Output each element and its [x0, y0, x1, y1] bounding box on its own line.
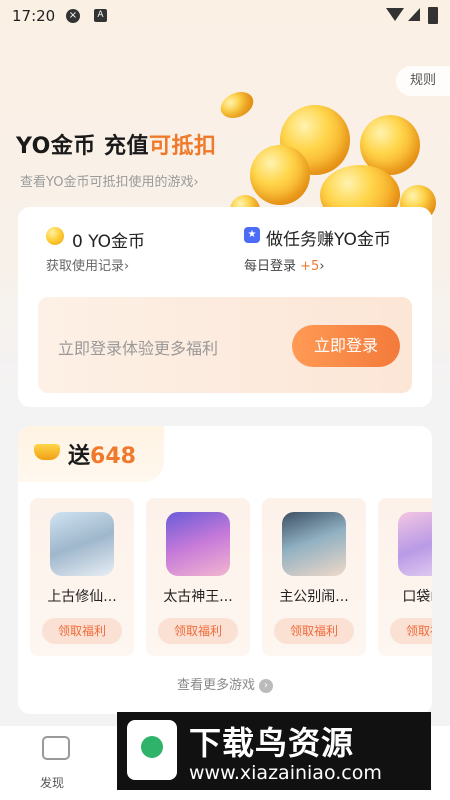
login-panel: 立即登录体验更多福利 立即登录 — [38, 297, 412, 393]
game-card[interactable]: 主公别闹... 领取福利 — [262, 498, 366, 656]
claim-button[interactable]: 领取福利 — [158, 618, 238, 644]
game-icon — [166, 512, 230, 576]
claim-button[interactable]: 领取福利 — [274, 618, 354, 644]
game-icon — [50, 512, 114, 576]
game-card[interactable]: 上古修仙... 领取福利 — [30, 498, 134, 656]
coin-icon — [250, 145, 310, 205]
chevron-right-icon: › — [193, 175, 199, 190]
promo-title-highlight: 可抵扣 — [149, 134, 217, 159]
chevron-right-icon: › — [124, 259, 130, 274]
game-name: 主公别闹... — [279, 589, 349, 605]
eligible-games-label: 查看YO金币可抵扣使用的游戏 — [20, 175, 194, 190]
bird-logo-icon — [127, 720, 177, 780]
watermark-title: 下载鸟资源 — [189, 724, 355, 762]
promo-title: YO金币 充值可抵扣 — [16, 128, 217, 160]
star-badge-icon: ★ — [244, 227, 260, 243]
claim-button[interactable]: 领取福利 — [42, 618, 122, 644]
eligible-games-link[interactable]: 查看YO金币可抵扣使用的游戏› — [20, 171, 199, 190]
game-icon — [282, 512, 346, 576]
promo-title-main: YO金币 充值 — [16, 134, 150, 159]
gold-ingot-icon — [34, 444, 60, 460]
watermark-url: www.xiazainiao.com — [189, 762, 382, 784]
x-circle-icon: × — [66, 9, 80, 23]
game-name: 太古神王... — [163, 589, 233, 605]
coin-icon — [46, 227, 64, 245]
daily-login-bonus: +5 — [300, 259, 320, 274]
status-time: 17:20 — [12, 7, 56, 25]
gift-label-text: 送 — [68, 444, 91, 469]
game-card[interactable]: 太古神王... 领取福利 — [146, 498, 250, 656]
a-square-icon: A — [94, 9, 107, 22]
battery-icon — [428, 7, 438, 24]
gift-card: 送648 上古修仙... 领取福利 太古神王... 领取福利 主公别闹... 领… — [18, 426, 432, 714]
coin-balance: 0 YO金币 — [72, 232, 146, 252]
coin-icon — [216, 86, 258, 124]
earn-coins-task[interactable]: 做任务赚YO金币 — [266, 225, 391, 250]
wallet-card: 0 YO金币 获取使用记录› ★ 做任务赚YO金币 每日登录 +5› 立即登录体… — [18, 207, 432, 407]
login-button[interactable]: 立即登录 — [292, 325, 400, 367]
gift-tab: 送648 — [18, 426, 164, 482]
watermark: 下载鸟资源 www.xiazainiao.com — [117, 712, 431, 790]
daily-login-link[interactable]: 每日登录 +5› — [244, 255, 325, 274]
more-games-label: 查看更多游戏 — [176, 678, 255, 693]
more-games-link[interactable]: 查看更多游戏 › — [18, 674, 432, 693]
game-card[interactable]: 口袋山... 领取福利 — [378, 498, 432, 656]
records-label: 获取使用记录 — [46, 259, 125, 274]
chevron-right-icon: › — [259, 678, 273, 693]
claim-button[interactable]: 领取福利 — [390, 618, 432, 644]
gift-label: 送648 — [68, 438, 136, 470]
wifi-icon — [386, 8, 404, 21]
game-list: 上古修仙... 领取福利 太古神王... 领取福利 主公别闹... 领取福利 口… — [30, 498, 432, 658]
signal-icon — [408, 8, 420, 21]
gift-amount: 648 — [90, 444, 136, 469]
discover-icon[interactable] — [42, 736, 70, 760]
records-link[interactable]: 获取使用记录› — [46, 255, 129, 274]
daily-login-label: 每日登录 — [244, 259, 297, 274]
nav-discover-label[interactable]: 发现 — [40, 774, 64, 791]
login-prompt: 立即登录体验更多福利 — [58, 339, 219, 358]
game-icon — [398, 512, 432, 576]
chevron-right-icon: › — [319, 259, 325, 274]
status-bar: 17:20 × A — [0, 0, 450, 32]
game-name: 上古修仙... — [47, 589, 117, 605]
game-name: 口袋山... — [402, 589, 432, 605]
